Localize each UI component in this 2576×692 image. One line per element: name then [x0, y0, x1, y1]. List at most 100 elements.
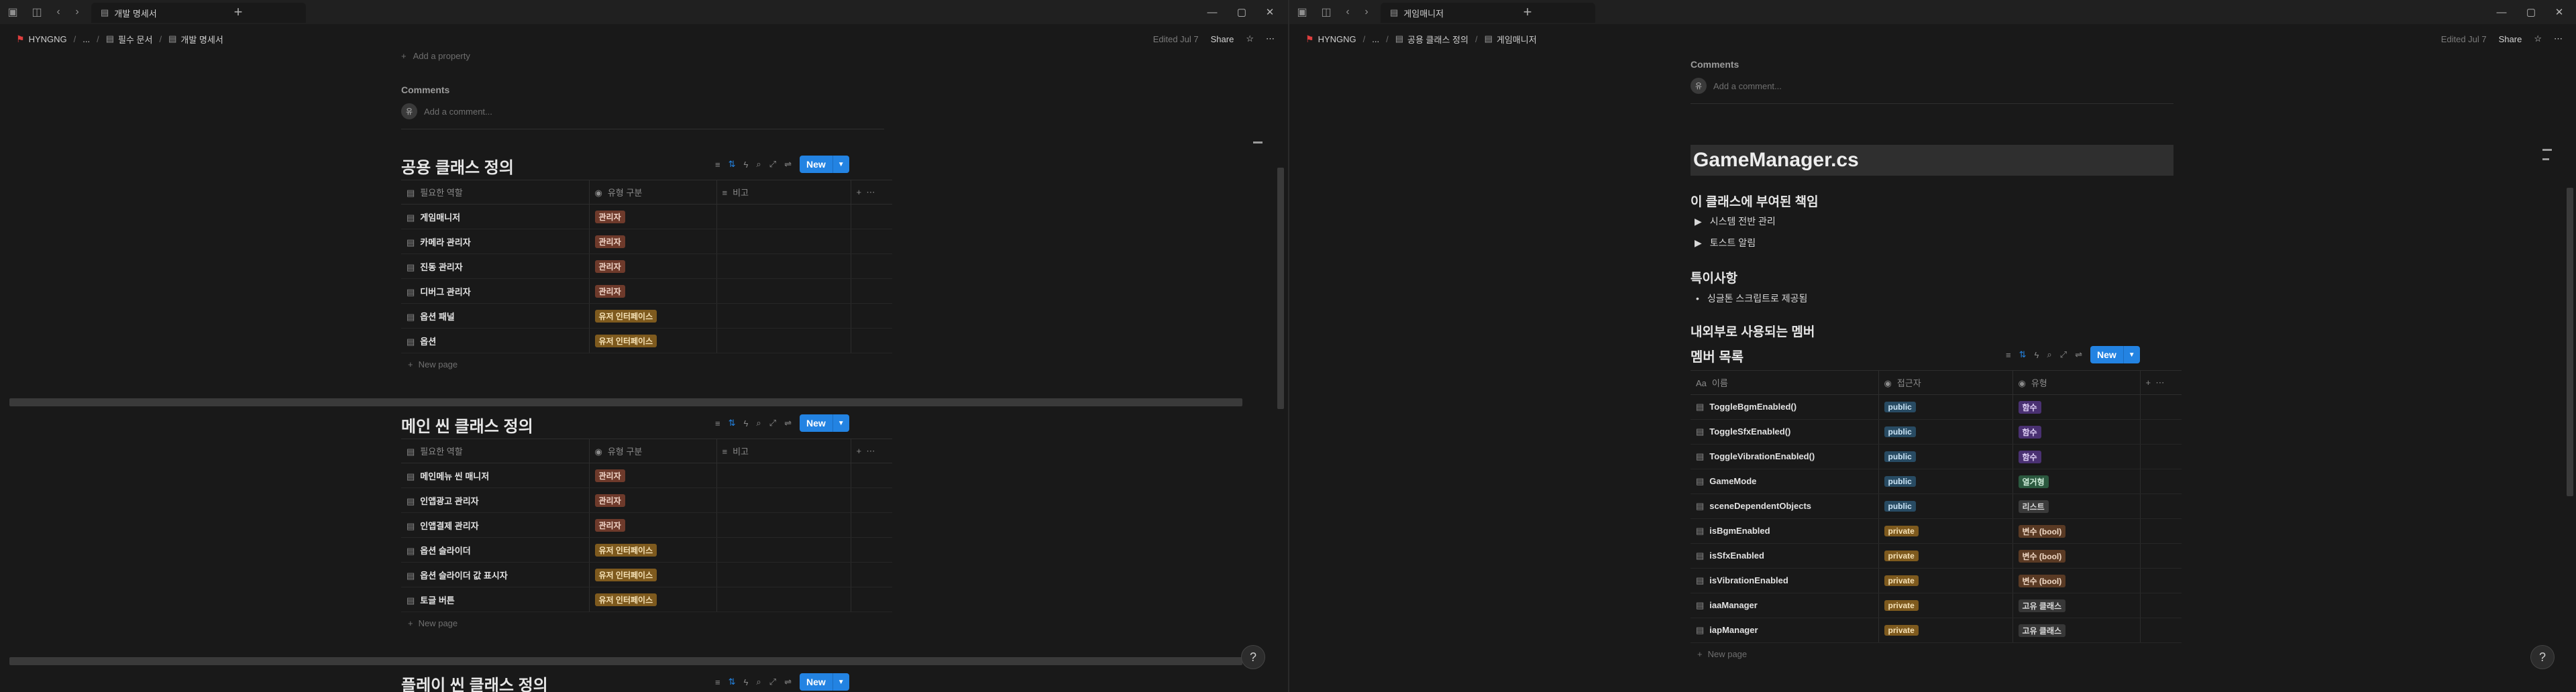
toggle-item[interactable]: ▶ 시스템 전반 관리: [1695, 215, 1776, 228]
automation-icon[interactable]: ϟ: [744, 677, 749, 687]
new-page-button[interactable]: + New page: [1697, 649, 1747, 659]
chevron-down-icon[interactable]: ▼: [832, 673, 849, 691]
settings-icon[interactable]: ⇌: [784, 418, 792, 428]
breadcrumb-item[interactable]: ▤ 공용 클래스 정의: [1395, 33, 1468, 46]
expand-icon[interactable]: ⤢: [769, 159, 776, 170]
automation-icon[interactable]: ϟ: [744, 418, 749, 428]
filter-icon[interactable]: ≡: [715, 160, 720, 170]
table-row[interactable]: ▤ isBgmEnabled private 변수 (bool): [1690, 518, 2182, 544]
horizontal-scrollbar[interactable]: [9, 657, 1242, 665]
search-icon[interactable]: ⌕: [756, 418, 761, 428]
automation-icon[interactable]: ϟ: [744, 160, 749, 170]
sort-icon[interactable]: ⇅: [729, 418, 736, 428]
maximize-button[interactable]: ▢: [1228, 0, 1256, 24]
horizontal-scrollbar[interactable]: [9, 398, 1242, 406]
sort-icon[interactable]: ⇅: [729, 159, 736, 170]
table-row[interactable]: ▤ 디버그 관리자 관리자: [401, 278, 892, 304]
vertical-scrollbar[interactable]: [1277, 168, 1284, 409]
toc-indicator[interactable]: [1253, 141, 1263, 143]
toggle-item[interactable]: ▶ 토스트 알림: [1695, 236, 1756, 249]
expand-icon[interactable]: ⤢: [769, 677, 776, 687]
col-header[interactable]: Aa 이름: [1690, 370, 1878, 395]
db-title[interactable]: 플레이 씬 클래스 정의: [401, 672, 548, 692]
table-row[interactable]: ▤ 게임매니저 관리자: [401, 204, 892, 229]
share-button[interactable]: Share: [1211, 34, 1234, 44]
forward-icon[interactable]: ›: [1358, 0, 1375, 24]
settings-icon[interactable]: ⇌: [784, 677, 792, 687]
filter-icon[interactable]: ≡: [715, 418, 720, 428]
table-row[interactable]: ▤ 인앱광고 관리자 관리자: [401, 487, 892, 513]
breadcrumb-item[interactable]: ...: [83, 34, 90, 44]
maximize-button[interactable]: ▢: [2517, 0, 2545, 24]
new-tab-button[interactable]: +: [1517, 0, 1538, 24]
chevron-down-icon[interactable]: ▼: [2123, 346, 2140, 363]
expand-icon[interactable]: ⤢: [2060, 349, 2067, 360]
more-icon[interactable]: ⋯: [2554, 34, 2563, 44]
breadcrumb-item[interactable]: ⚑ HYNGNG: [16, 34, 67, 45]
new-button[interactable]: New ▼: [799, 673, 849, 691]
add-column-button[interactable]: + ⋯: [850, 180, 892, 205]
tab-active[interactable]: ▤ 개발 명세서: [91, 3, 306, 23]
settings-icon[interactable]: ⇌: [2075, 349, 2082, 360]
table-row[interactable]: ▤ 옵션 슬라이더 유저 인터페이스: [401, 537, 892, 563]
share-button[interactable]: Share: [2499, 34, 2522, 44]
table-row[interactable]: ▤ 토글 버튼 유저 인터페이스: [401, 587, 892, 612]
sort-icon[interactable]: ⇅: [2019, 349, 2027, 360]
sidebar-toggle-icon[interactable]: ◫: [1318, 0, 1335, 24]
forward-icon[interactable]: ›: [68, 0, 86, 24]
search-icon[interactable]: ⌕: [2047, 349, 2051, 360]
new-tab-button[interactable]: +: [228, 0, 248, 24]
add-property-button[interactable]: + Add a property: [401, 51, 470, 61]
table-row[interactable]: ▤ ToggleBgmEnabled() public 함수: [1690, 394, 2182, 420]
add-column-button[interactable]: + ⋯: [2139, 370, 2182, 395]
vertical-scrollbar[interactable]: [2567, 188, 2573, 496]
breadcrumb-item[interactable]: ▤ 필수 문서: [106, 33, 153, 46]
table-row[interactable]: ▤ 진동 관리자 관리자: [401, 253, 892, 279]
new-page-button[interactable]: + New page: [408, 359, 458, 369]
table-row[interactable]: ▤ 메인메뉴 씬 매니저 관리자: [401, 463, 892, 488]
breadcrumb-item[interactable]: ▤ 개발 명세서: [168, 33, 223, 46]
table-row[interactable]: ▤ isVibrationEnabled private 변수 (bool): [1690, 568, 2182, 593]
new-page-button[interactable]: + New page: [408, 618, 458, 628]
col-header[interactable]: ◉ 유형: [2012, 370, 2140, 395]
table-row[interactable]: ▤ 옵션 유저 인터페이스: [401, 328, 892, 353]
table-row[interactable]: ▤ ToggleVibrationEnabled() public 함수: [1690, 444, 2182, 469]
new-button[interactable]: New ▼: [799, 156, 849, 173]
table-row[interactable]: ▤ 옵션 패널 유저 인터페이스: [401, 303, 892, 329]
star-icon[interactable]: ☆: [1246, 34, 1254, 44]
settings-icon[interactable]: ⇌: [784, 159, 792, 170]
back-icon[interactable]: ‹: [50, 0, 67, 24]
sidebar-toggle-icon[interactable]: ◫: [28, 0, 46, 24]
more-icon[interactable]: ⋯: [1266, 34, 1275, 44]
breadcrumb-item[interactable]: ▤ 게임매니저: [1485, 33, 1537, 46]
table-row[interactable]: ▤ sceneDependentObjects public 리스트: [1690, 494, 2182, 519]
toggle-arrow-icon[interactable]: ▶: [1695, 216, 1702, 227]
toggle-arrow-icon[interactable]: ▶: [1695, 237, 1702, 249]
table-row[interactable]: ▤ iapManager private 고유 클래스: [1690, 618, 2182, 643]
col-header[interactable]: ◉ 유형 구분: [588, 439, 716, 463]
col-header[interactable]: ▤ 필요한 역할: [401, 439, 589, 463]
breadcrumb-item[interactable]: ...: [1372, 34, 1379, 44]
help-icon[interactable]: ?: [1241, 645, 1265, 669]
toc-indicator[interactable]: [2542, 149, 2552, 151]
add-comment-input[interactable]: 유 Add a comment...: [1690, 78, 1782, 94]
minimize-button[interactable]: —: [2487, 0, 2516, 24]
filter-icon[interactable]: ≡: [2006, 350, 2011, 360]
automation-icon[interactable]: ϟ: [2035, 350, 2039, 360]
db-title[interactable]: 메인 씬 클래스 정의: [401, 413, 533, 437]
col-header[interactable]: ◉ 유형 구분: [588, 180, 716, 205]
help-icon[interactable]: ?: [2530, 645, 2555, 669]
table-row[interactable]: ▤ 옵션 슬라이더 값 표시자 유저 인터페이스: [401, 562, 892, 587]
col-header[interactable]: ◉ 접근자: [1878, 370, 2012, 395]
filter-icon[interactable]: ≡: [715, 677, 720, 687]
new-button[interactable]: New ▼: [2090, 346, 2140, 363]
app-icon[interactable]: ▣: [1293, 0, 1311, 24]
table-row[interactable]: ▤ ToggleSfxEnabled() public 함수: [1690, 419, 2182, 445]
app-icon[interactable]: ▣: [4, 0, 21, 24]
close-window-button[interactable]: ✕: [2545, 0, 2573, 24]
search-icon[interactable]: ⌕: [756, 677, 761, 687]
table-row[interactable]: ▤ iaaManager private 고유 클래스: [1690, 593, 2182, 618]
toc-indicator[interactable]: [2542, 158, 2549, 160]
add-column-button[interactable]: + ⋯: [850, 439, 892, 463]
db-title[interactable]: 멤버 목록: [1690, 346, 1743, 365]
